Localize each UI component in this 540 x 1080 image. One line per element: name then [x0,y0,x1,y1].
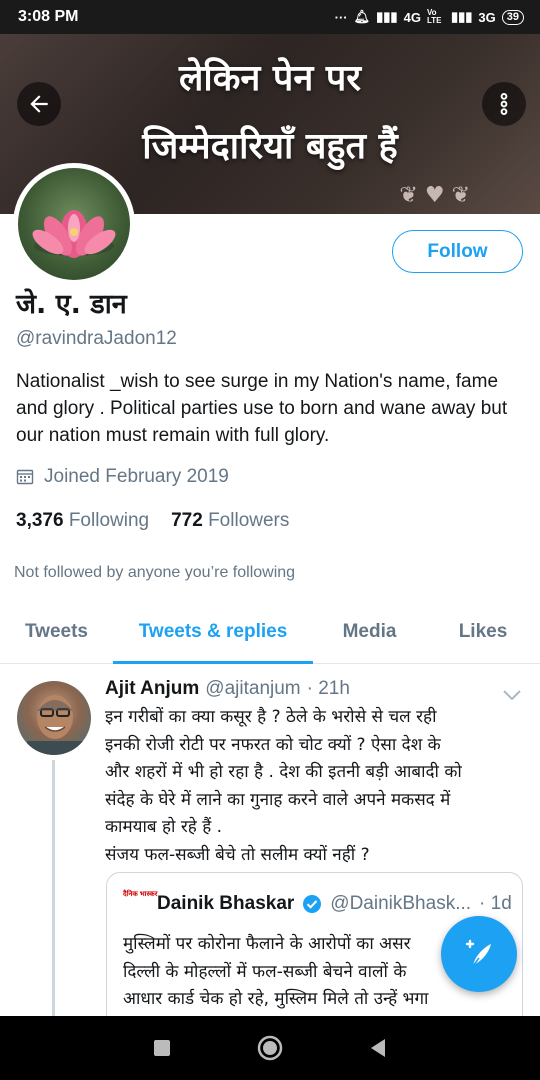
nav-recents-icon[interactable] [153,1039,171,1057]
tweet-author-handle[interactable]: @ajitanjum [205,678,300,700]
joined-text: Joined February 2019 [44,466,229,487]
signal-icon: ▮▮▮ [376,9,398,24]
tab-tweets[interactable]: Tweets [0,600,113,663]
followers-count: 772 [171,510,203,531]
quoted-tweet-header: दैनिक भास्कर Dainik Bhaskar @DainikBhask… [123,891,512,917]
tweet-menu-button[interactable] [502,686,522,705]
follow-button[interactable]: Follow [392,230,523,273]
network-2-label: 3G [478,9,496,25]
banner-line-2: जिम्मेदारियाँ बहुत हैं [142,126,398,167]
more-options-button[interactable] [482,82,526,126]
tweet-text-line: इनकी रोजी रोटी पर नफरत को चोट क्यों ? ऐस… [105,734,441,755]
system-navigation-bar [0,1016,540,1080]
calendar-icon [16,469,34,485]
more-notifications-icon: ··· [334,9,348,25]
battery-icon: 39 [501,9,524,25]
tweet-text-line: संजय फल-सब्जी बेचे तो सलीम क्यों नहीं ? [105,844,370,865]
tweet-text-line: कामयाब हो रहे हैं . [105,817,223,837]
joined-date: Joined February 2019 [16,466,229,488]
tab-tweets-and-replies[interactable]: Tweets & replies [113,600,313,664]
following-label: Following [68,510,150,531]
tweet-text: इन गरीबों का क्या कसूर है ? ठेले के भरोस… [105,704,530,869]
chevron-down-icon [503,690,521,701]
banner-hearts-decoration: ❦ ♥ ❦ [399,183,470,208]
banner-line-1: लेकिन पेन पर [178,58,362,99]
verified-badge-icon [303,895,322,913]
follow-stats: 3,376 Following 772 Followers [16,510,289,532]
following-stat[interactable]: 3,376 Following [16,510,149,532]
profile-name: जे. ए. डान [16,289,127,320]
quoted-tweet-time: · 1d [479,893,512,914]
status-icons: ··· 🔔︎ ▮▮▮ 4G Vo LTE ▮▮▮ 3G 39 [335,9,524,25]
signal-icon-2: ▮▮▮ [450,9,473,24]
back-button[interactable] [17,82,61,126]
tab-likes[interactable]: Likes [426,600,540,663]
quoted-text-line: आधार कार्ड चेक हो रहे, मुस्लिम मिले तो उ… [123,989,429,1009]
tweet-author-name[interactable]: Ajit Anjum [105,678,199,700]
profile-avatar[interactable] [13,163,135,285]
tweet-text-line: और शहरों में भी हो रहा है . देश की इतनी … [105,762,462,782]
tab-media[interactable]: Media [313,600,426,663]
more-vertical-icon [500,93,508,115]
tweet-header: Ajit Anjum @ajitanjum · 21h [105,678,350,700]
nav-home-icon[interactable] [257,1035,283,1061]
compose-tweet-icon [465,939,491,967]
profile-bio: Nationalist _wish to see surge in my Nat… [16,371,508,446]
quoted-author-name: Dainik Bhaskar [157,893,295,914]
tweet-author-avatar[interactable] [17,681,91,755]
dainik-bhaskar-logo: दैनिक भास्कर [123,891,158,898]
tweet-time: · 21h [306,678,350,699]
followers-label: Followers [208,510,290,531]
nav-back-icon[interactable] [369,1038,387,1058]
followers-stat[interactable]: 772 Followers [171,510,289,532]
volte-label: Vo LTE [426,8,442,25]
lotus-flower-image [18,168,130,280]
status-time: 3:08 PM [18,8,79,25]
thread-line [52,760,55,1020]
profile-tabs: Tweets Tweets & replies Media Likes [0,600,540,664]
profile-handle: @ravindraJadon12 [16,328,177,349]
not-followed-notice: Not followed by anyone you’re following [14,564,296,581]
back-arrow-icon [30,95,48,113]
tweet-text-line: इन गरीबों का क्या कसूर है ? ठेले के भरोस… [105,707,437,727]
compose-tweet-button[interactable] [441,916,517,992]
following-count: 3,376 [16,510,64,531]
status-bar: 3:08 PM ··· 🔔︎ ▮▮▮ 4G Vo LTE ▮▮▮ 3G 39 [0,0,540,34]
network-1-label: 4G [403,9,421,25]
bell-icon: 🔔︎ [353,9,371,24]
quoted-author-handle: @DainikBhask... [330,893,472,914]
tweet-text-line: संदेह के घेरे में लाने का गुनाह करने वाल… [105,789,451,810]
